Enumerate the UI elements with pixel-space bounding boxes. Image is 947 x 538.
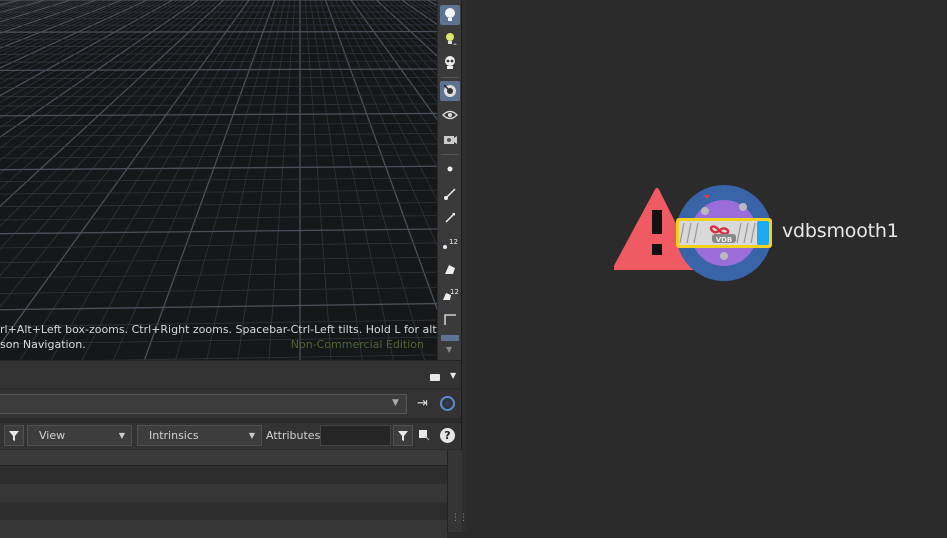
- point-number-icon[interactable]: 12: [440, 233, 460, 253]
- svg-text:12: 12: [449, 238, 458, 246]
- point-icon[interactable]: [440, 159, 460, 179]
- light-add-icon[interactable]: [440, 29, 460, 49]
- network-editor[interactable]: VDB: [467, 0, 947, 532]
- spreadsheet-table[interactable]: [0, 450, 447, 532]
- pane-tab-bar: [0, 368, 461, 388]
- table-row[interactable]: [0, 466, 447, 484]
- geometry-display-icon[interactable]: [418, 429, 430, 441]
- view-dropdown-label: View: [39, 429, 65, 442]
- ghost-camera-icon[interactable]: [440, 129, 460, 149]
- lightbulb-icon[interactable]: [440, 5, 460, 25]
- edge-icon[interactable]: [440, 184, 460, 204]
- intrinsics-dropdown-label: Intrinsics: [149, 429, 199, 442]
- camera-view-icon[interactable]: [440, 81, 460, 101]
- path-dropdown-icon[interactable]: ▼: [392, 398, 399, 408]
- table-row[interactable]: [0, 484, 447, 502]
- link-icon[interactable]: [440, 396, 455, 411]
- table-row[interactable]: [0, 520, 447, 538]
- viewport-display-toolbar: 12 12 ▼: [437, 0, 462, 360]
- vdbsmooth-node[interactable]: VDB: [614, 184, 784, 284]
- viewport-hint-line1: rl+Alt+Left box-zooms. Ctrl+Right zooms.…: [0, 323, 437, 336]
- corner-icon[interactable]: [440, 309, 460, 329]
- filter-icon[interactable]: [4, 425, 24, 446]
- toolbar-scroll-down-icon[interactable]: ▼: [446, 345, 452, 354]
- eye-visibility-icon[interactable]: [440, 105, 460, 125]
- help-icon[interactable]: ?: [440, 428, 455, 443]
- pane-layout-icon[interactable]: [430, 374, 440, 381]
- table-row[interactable]: [0, 502, 447, 520]
- display-flag-icon: [757, 221, 769, 245]
- viewport-hint-line2: son Navigation.: [0, 338, 86, 351]
- attributes-input[interactable]: [320, 425, 391, 446]
- svg-text:12: 12: [450, 288, 459, 296]
- attribute-filter-icon[interactable]: [393, 425, 413, 446]
- chevron-down-icon[interactable]: ▼: [450, 371, 456, 380]
- pin-icon[interactable]: ⇥: [417, 396, 428, 411]
- intrinsics-dropdown[interactable]: Intrinsics ▼: [137, 425, 262, 446]
- path-field[interactable]: [0, 394, 407, 414]
- view-dropdown[interactable]: View ▼: [27, 425, 132, 446]
- normal-icon[interactable]: [440, 208, 460, 228]
- skull-icon[interactable]: [440, 53, 460, 73]
- primitive-icon[interactable]: [440, 259, 460, 279]
- chevron-down-icon: ▼: [119, 426, 125, 445]
- scene-viewport[interactable]: rl+Alt+Left box-zooms. Ctrl+Right zooms.…: [0, 0, 437, 360]
- non-commercial-watermark: Non-Commercial Edition: [291, 338, 424, 351]
- toolbar-scroll-indicator[interactable]: [441, 335, 459, 341]
- chevron-down-icon: ▼: [249, 426, 255, 445]
- node-name-label[interactable]: vdbsmooth1: [782, 220, 899, 242]
- resize-grip-icon[interactable]: ⋮⋮: [451, 513, 467, 523]
- node-badge: VDB: [716, 236, 733, 244]
- primitive-number-icon[interactable]: 12: [440, 284, 460, 304]
- viewport-grid: [0, 0, 437, 360]
- attributes-label: Attributes:: [266, 429, 324, 442]
- spreadsheet-header: [0, 450, 447, 466]
